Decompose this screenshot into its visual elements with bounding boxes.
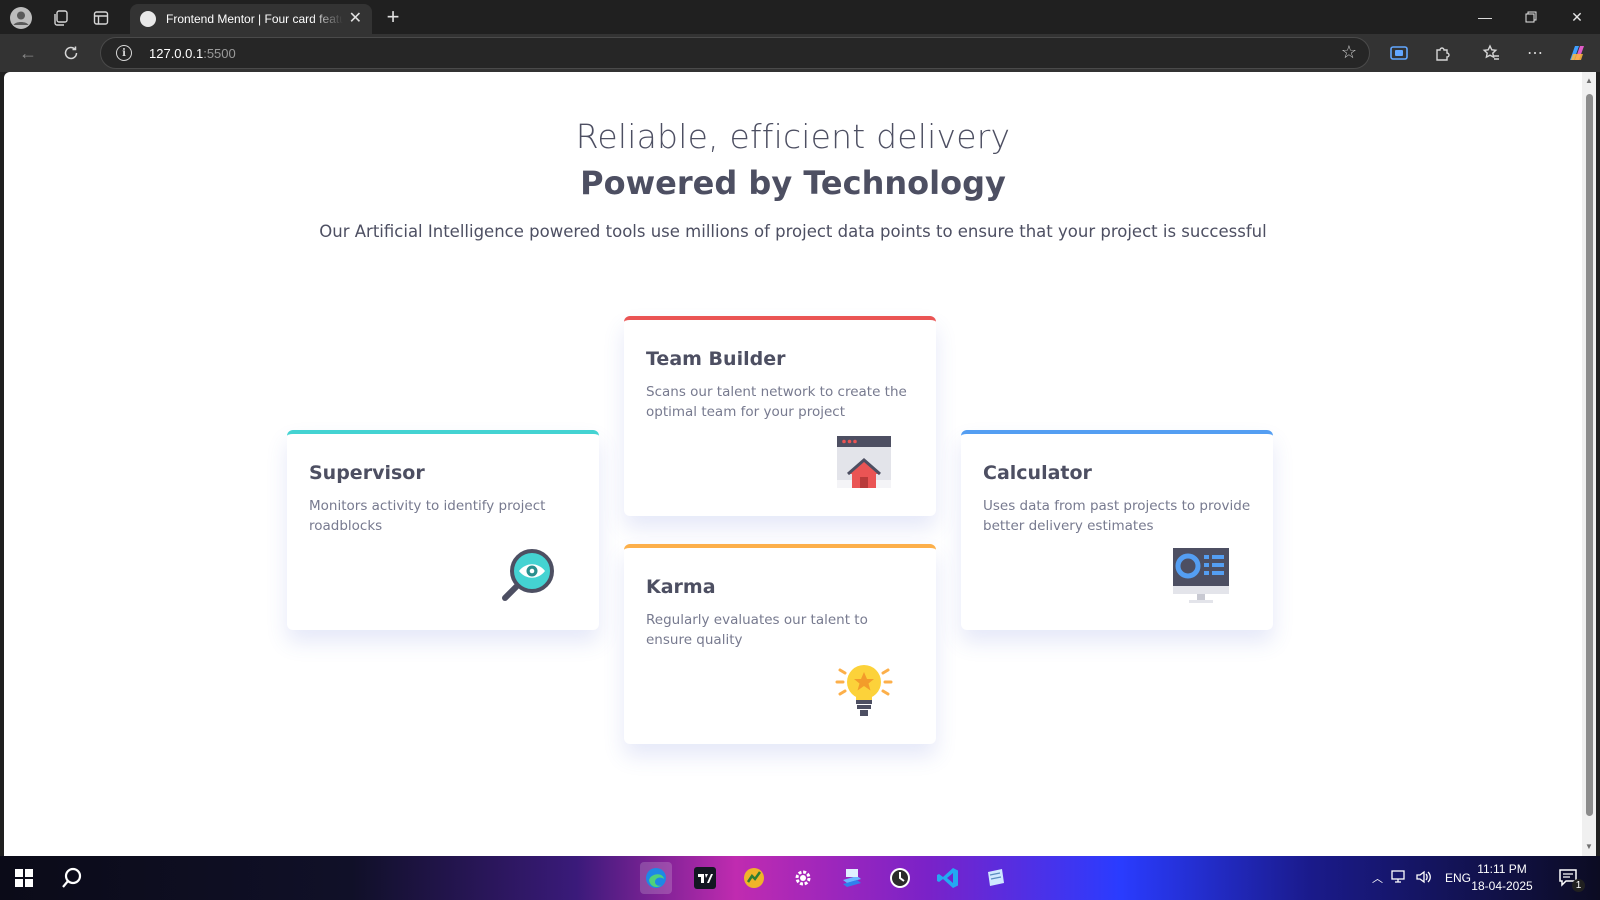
restore-icon[interactable] [1508, 0, 1554, 34]
back-icon[interactable]: ← [15, 40, 41, 66]
scroll-down-icon[interactable]: ▼ [1584, 842, 1594, 851]
address-bar[interactable]: i 127.0.0.1:5500 ☆ [100, 37, 1370, 69]
more-options-icon[interactable]: ⋯ [1522, 40, 1548, 66]
page-header: Reliable, efficient delivery Powered by … [4, 117, 1582, 202]
browser-toolbar: ← i 127.0.0.1:5500 ☆ ⋯ [0, 34, 1600, 72]
taskbar-clock[interactable]: 11:11 PM 18-04-2025 [1462, 861, 1542, 895]
browser-tab-bar: Frontend Mentor | Four card feature sect… [0, 0, 1600, 34]
explorer-stack-icon[interactable] [836, 862, 868, 894]
clock-date: 18-04-2025 [1471, 879, 1533, 893]
copilot-icon[interactable] [1564, 40, 1590, 66]
settings-gear-icon[interactable] [787, 862, 819, 894]
url-text: 127.0.0.1:5500 [149, 46, 236, 61]
notification-center-icon[interactable]: 1 [1553, 862, 1585, 894]
scroll-up-icon[interactable]: ▲ [1584, 76, 1594, 85]
tab-actions-icon[interactable] [88, 5, 114, 31]
favorite-star-icon[interactable]: ☆ [1341, 42, 1357, 63]
clock-time: 11:11 PM [1477, 862, 1527, 876]
tab-close-icon[interactable]: ✕ [349, 11, 362, 27]
tab-title: Frontend Mentor | Four card feature sect… [166, 12, 343, 26]
minimize-icon[interactable]: — [1462, 0, 1508, 34]
card-text: Regularly evaluates our talent to ensure… [646, 612, 868, 648]
close-window-icon[interactable]: ✕ [1554, 0, 1600, 34]
network-icon[interactable] [1391, 869, 1407, 887]
tab-active[interactable]: Frontend Mentor | Four card feature sect… [130, 4, 372, 34]
card-karma: Karma Regularly evaluates our talent to … [624, 544, 936, 744]
search-icon[interactable] [56, 862, 88, 894]
card-title: Calculator [983, 462, 1092, 484]
favorites-icon[interactable] [1478, 40, 1504, 66]
vscode-icon[interactable] [932, 862, 964, 894]
card-text: Monitors activity to identify project ro… [309, 498, 546, 534]
notes-app-icon[interactable] [980, 862, 1012, 894]
scroll-thumb[interactable] [1586, 94, 1593, 816]
magnifier-eye-icon [502, 549, 554, 601]
notification-badge: 1 [1572, 879, 1585, 892]
new-tab-icon[interactable]: + [380, 4, 406, 30]
profile-icon[interactable] [8, 5, 34, 31]
card-text: Scans our talent network to create the o… [646, 384, 907, 420]
windows-taskbar: ︿ ENG 11:11 PM 18-04-2025 1 [0, 856, 1600, 900]
extensions-icon[interactable] [1430, 40, 1456, 66]
card-title: Supervisor [309, 462, 425, 484]
card-text: Uses data from past projects to provide … [983, 498, 1251, 534]
windows-start-icon[interactable] [8, 862, 40, 894]
card-supervisor: Supervisor Monitors activity to identify… [287, 430, 599, 630]
page-scrollbar[interactable]: ▲ ▼ [1582, 72, 1596, 856]
card-calculator: Calculator Uses data from past projects … [961, 430, 1273, 630]
heading-bold: Powered by Technology [580, 164, 1006, 202]
edge-browser-icon[interactable] [640, 862, 672, 894]
metatrader-icon[interactable] [738, 862, 770, 894]
browser-home-icon [837, 436, 891, 488]
heading-light: Reliable, efficient delivery [575, 117, 1011, 156]
tradingview-icon[interactable] [689, 862, 721, 894]
clock-app-icon[interactable] [884, 862, 916, 894]
site-info-icon[interactable]: i [116, 45, 132, 61]
intro-text: Our Artificial Intelligence powered tool… [319, 222, 1267, 241]
card-team-builder: Team Builder Scans our talent network to… [624, 316, 936, 516]
workspaces-icon[interactable] [48, 5, 74, 31]
system-tray: ︿ ENG [1372, 856, 1471, 900]
card-title: Team Builder [646, 348, 786, 370]
monitor-chart-icon [1173, 548, 1229, 603]
refresh-icon[interactable] [58, 40, 84, 66]
card-title: Karma [646, 576, 716, 598]
volume-icon[interactable] [1415, 870, 1431, 887]
lightbulb-icon [835, 665, 893, 716]
screen-capture-icon[interactable] [1386, 40, 1412, 66]
show-hidden-icons-icon[interactable]: ︿ [1372, 870, 1383, 886]
page-viewport: Reliable, efficient delivery Powered by … [4, 72, 1582, 856]
favicon-icon [140, 11, 156, 27]
